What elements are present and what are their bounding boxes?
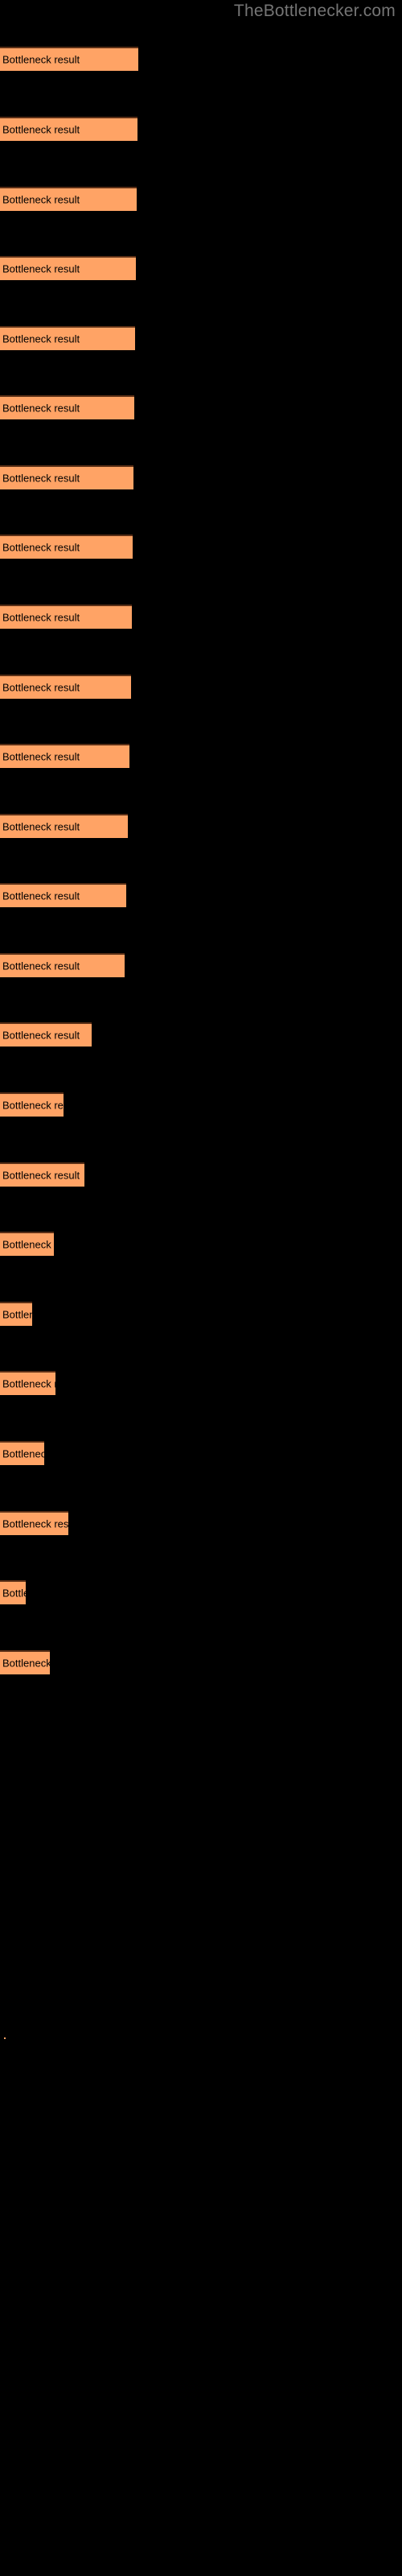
bar-label: Bottleneck result xyxy=(2,750,80,763)
bottleneck-result-bar[interactable]: Bottleneck result xyxy=(0,1232,54,1256)
bottleneck-result-bar[interactable]: Bottleneck result xyxy=(0,187,137,211)
bottleneck-result-bar[interactable]: Bottleneck result xyxy=(0,395,134,419)
bottleneck-result-bar[interactable]: Bottleneck result xyxy=(0,675,131,699)
bottleneck-result-bar[interactable]: Bottleneck result xyxy=(0,1441,44,1465)
bar-label: Bottleneck result xyxy=(2,53,80,66)
bar-label: Bottleneck result xyxy=(2,1517,68,1530)
bottleneck-result-bar[interactable]: Bottleneck result xyxy=(0,256,136,280)
bottleneck-result-bar[interactable]: Bottleneck result xyxy=(0,605,132,629)
bar-label: Bottleneck result xyxy=(2,960,80,972)
bar-label: Bottleneck result xyxy=(2,1308,32,1321)
bottleneck-result-bar[interactable]: Bottleneck result xyxy=(0,1371,55,1395)
bottleneck-result-bar[interactable]: Bottleneck result xyxy=(0,1650,50,1674)
bottleneck-result-bar[interactable]: Bottleneck result xyxy=(0,465,133,489)
bottleneck-result-bar[interactable]: Bottleneck result xyxy=(0,535,133,559)
bar-label: Bottleneck result xyxy=(2,1587,26,1600)
bar-label: Bottleneck result xyxy=(2,262,80,275)
bar-label: Bottleneck result xyxy=(2,1657,50,1670)
bar-label: Bottleneck result xyxy=(2,193,80,206)
bar-label: Bottleneck result xyxy=(2,332,80,345)
bar-label: Bottleneck result xyxy=(2,1029,80,1042)
bottleneck-result-bar[interactable]: Bottleneck result xyxy=(0,1092,64,1117)
bottleneck-result-bar[interactable]: Bottleneck result xyxy=(0,1580,26,1604)
bottleneck-bar-chart: TheBottlenecker.com Bottleneck result Bot… xyxy=(0,0,402,2576)
bottleneck-result-bar[interactable]: Bottleneck result xyxy=(0,47,138,71)
bottleneck-result-bar[interactable]: Bottleneck result xyxy=(0,814,128,838)
bar-label: Bottleneck result xyxy=(2,1169,80,1182)
bar-label: Bottleneck result xyxy=(2,1238,54,1251)
bottleneck-result-bar[interactable]: Bottleneck result xyxy=(0,883,126,907)
bar-label: Bottleneck result xyxy=(2,402,80,415)
bottleneck-result-bar[interactable]: Bottleneck result xyxy=(0,1511,68,1535)
bar-label: Bottleneck result xyxy=(2,820,80,833)
bar-label: Bottleneck result xyxy=(2,890,80,902)
bar-series: Bottleneck result Bottleneck result Bottle… xyxy=(0,0,402,2576)
bottleneck-result-bar[interactable]: Bottleneck result xyxy=(0,1302,32,1326)
bar-label: Bottleneck result xyxy=(2,611,80,624)
bottleneck-result-bar[interactable]: Bottleneck result xyxy=(0,1162,84,1187)
bottleneck-result-bar[interactable]: Bottleneck result xyxy=(0,1022,92,1046)
bottleneck-result-bar[interactable]: Bottleneck result xyxy=(0,953,125,977)
bar-label: Bottleneck result xyxy=(2,541,80,554)
bar-label: Bottleneck result xyxy=(2,123,80,136)
bar-label: Bottleneck result xyxy=(2,681,80,694)
render-artifact-dot xyxy=(4,2037,6,2039)
bottleneck-result-bar[interactable]: Bottleneck result xyxy=(0,326,135,350)
bar-label: Bottleneck result xyxy=(2,472,80,485)
bottleneck-result-bar[interactable]: Bottleneck result xyxy=(0,744,129,768)
bar-label: Bottleneck result xyxy=(2,1099,64,1112)
bar-label: Bottleneck result xyxy=(2,1447,44,1460)
bar-label: Bottleneck result xyxy=(2,1377,55,1390)
bottleneck-result-bar[interactable]: Bottleneck result xyxy=(0,117,137,141)
